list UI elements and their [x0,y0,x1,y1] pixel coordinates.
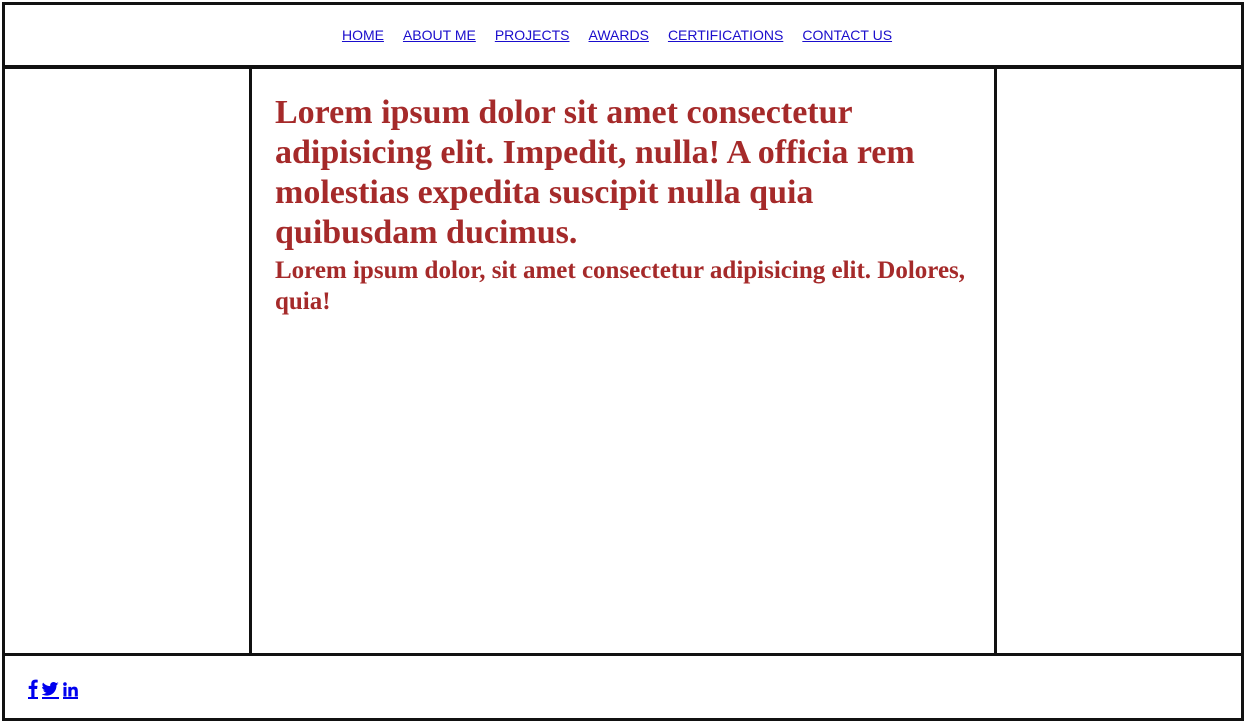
facebook-icon [28,679,38,697]
twitter-link[interactable] [42,677,59,699]
social-links [28,677,78,699]
nav-link-home[interactable]: HOME [342,27,384,43]
right-sidebar [994,66,1244,656]
nav-link-projects[interactable]: PROJECTS [495,27,570,43]
facebook-link[interactable] [28,677,38,699]
nav-link-awards[interactable]: AWARDS [589,27,649,43]
main-content: Lorem ipsum dolor sit amet consectetur a… [249,66,998,656]
site-footer [2,653,1244,721]
main-nav: HOME ABOUT ME PROJECTS AWARDS CERTIFICAT… [342,27,892,43]
nav-link-contact-us[interactable]: CONTACT US [802,27,892,43]
site-header: HOME ABOUT ME PROJECTS AWARDS CERTIFICAT… [2,2,1244,68]
twitter-icon [42,681,59,696]
nav-link-about-me[interactable]: ABOUT ME [403,27,476,43]
nav-link-certifications[interactable]: CERTIFICATIONS [668,27,783,43]
linkedin-link[interactable] [63,677,78,699]
linkedin-icon [63,682,78,697]
main-subheading: Lorem ipsum dolor, sit amet consectetur … [275,257,966,315]
main-heading: Lorem ipsum dolor sit amet consectetur a… [275,94,915,251]
left-sidebar [2,66,252,656]
